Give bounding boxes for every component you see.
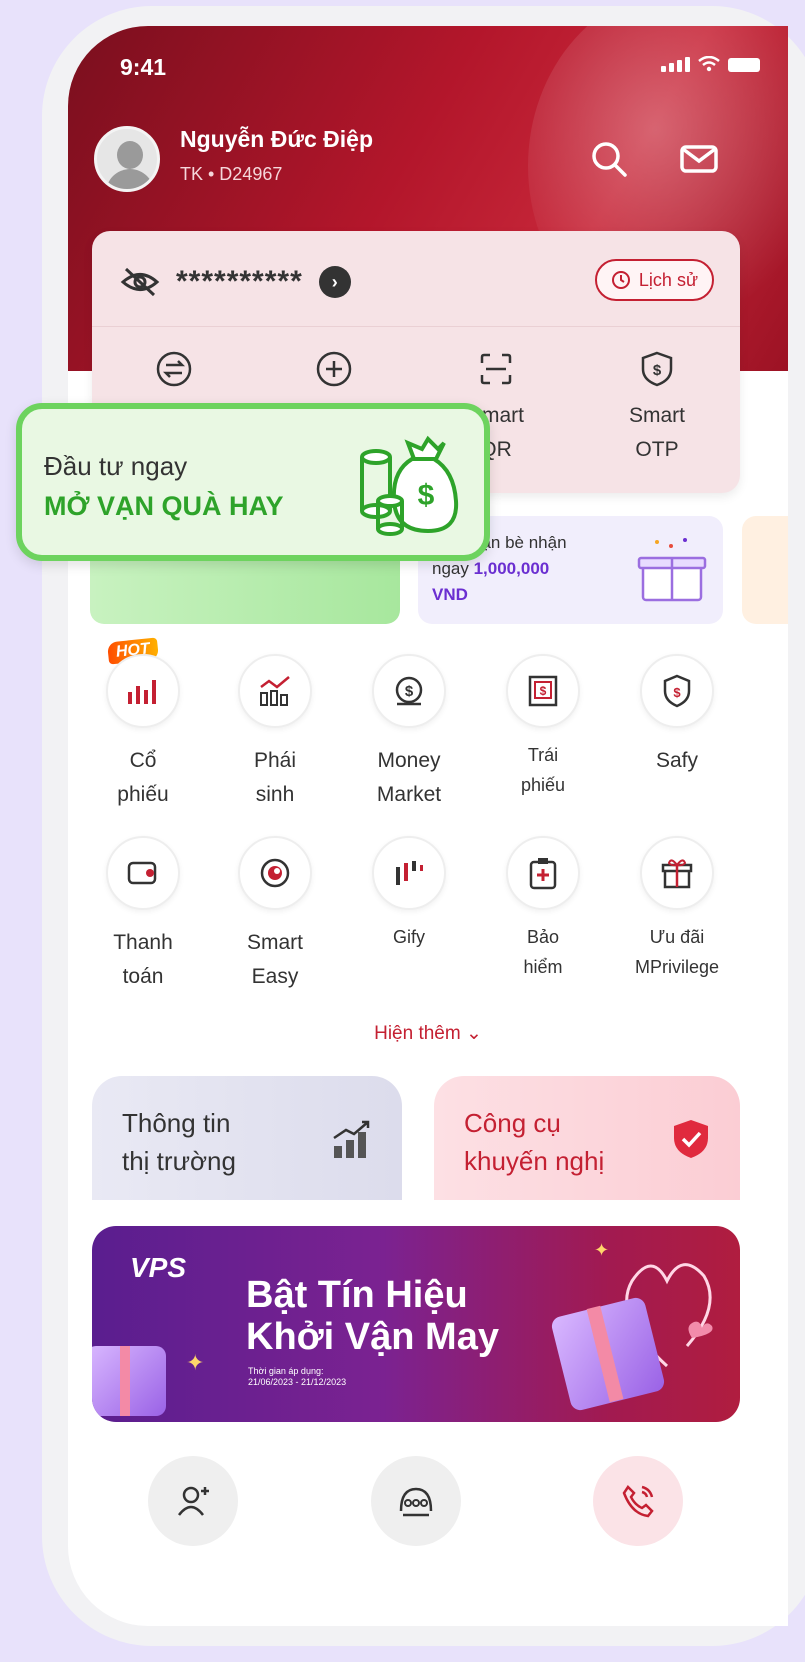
promo-banner[interactable]: VPS Bật Tín Hiệu Khởi Vận May Thời gian … — [92, 1226, 740, 1422]
candlestick-icon — [396, 861, 423, 885]
recommendation-tools-tile[interactable]: Công cụ khuyến nghị — [434, 1076, 740, 1200]
signal-icon — [661, 57, 690, 72]
banner-title-line1: Bật Tín Hiệu — [246, 1274, 468, 1316]
product-safy[interactable]: $ Safy — [622, 654, 732, 778]
quick-action-transfer[interactable] — [114, 349, 234, 399]
quick-action-label: Smart OTP — [628, 404, 685, 461]
product-label: Cổ phiếu — [117, 749, 169, 806]
money-bag-icon: $ — [395, 676, 423, 706]
product-payment[interactable]: Thanh toán — [88, 836, 198, 994]
bond-certificate-icon: $ — [528, 675, 558, 707]
shield-check-icon — [674, 1120, 708, 1158]
shield-dollar-icon: $ — [663, 674, 691, 708]
svg-text:$: $ — [418, 479, 435, 512]
nav-add-user[interactable] — [148, 1456, 238, 1546]
clock-icon — [611, 271, 630, 289]
product-mprivilege[interactable]: Ưu đãi MPrivilege — [622, 836, 732, 982]
referral-prefix: ngay — [432, 559, 474, 578]
product-stocks[interactable]: Cổ phiếu — [88, 654, 198, 812]
battery-icon — [728, 58, 760, 72]
product-gify[interactable]: Gify — [354, 836, 464, 952]
sparkle-icon: ✦ — [186, 1350, 205, 1375]
search-icon[interactable] — [588, 138, 630, 180]
chevron-right-icon[interactable]: › — [318, 266, 351, 298]
wifi-icon — [698, 56, 720, 72]
product-bonds[interactable]: $ Trái phiếu — [488, 654, 598, 800]
product-label: Money Market — [376, 749, 442, 806]
product-insurance[interactable]: Bảo hiểm — [488, 836, 598, 982]
insurance-icon — [529, 858, 557, 890]
money-bag-coins-icon: $ — [360, 435, 459, 536]
svg-text:$: $ — [540, 684, 547, 698]
gift-box-icon — [637, 538, 707, 602]
product-money-market[interactable]: $ Money Market — [354, 654, 464, 812]
transfer-icon — [156, 351, 192, 387]
qr-scan-icon — [480, 353, 512, 385]
show-more-button[interactable]: Hiện thêm ⌄ — [68, 1022, 788, 1045]
eye-off-icon[interactable] — [120, 265, 160, 299]
stock-bars-icon — [128, 680, 156, 704]
vps-logo: VPS — [130, 1252, 187, 1283]
popup-line2: MỞ VẠN QUÀ HAY — [44, 491, 284, 521]
market-info-tile[interactable]: Thông tin thị trường — [92, 1076, 402, 1200]
app-screen: 9:41 Nguyễn Đức Điệp TK • D24967 *******… — [68, 26, 788, 1626]
add-user-icon — [178, 1486, 209, 1516]
product-smart-easy[interactable]: Smart Easy — [220, 836, 330, 994]
wallet-icon — [127, 861, 157, 885]
product-label: Safy — [655, 749, 699, 772]
product-label: Gify — [392, 927, 425, 947]
banner-subtitle-line2: 21/06/2023 - 21/12/2023 — [248, 1377, 347, 1387]
group-icon — [399, 1487, 433, 1517]
svg-text:$: $ — [653, 362, 662, 379]
invest-promo-popup[interactable]: Đầu tư ngay MỞ VẠN QUÀ HAY $ — [16, 403, 490, 561]
growth-chart-icon — [333, 1120, 370, 1158]
chevron-down-icon: ⌄ — [465, 1023, 482, 1044]
product-label: Trái phiếu — [520, 745, 566, 795]
status-icons — [661, 56, 760, 72]
history-label: Lịch sử — [638, 269, 698, 290]
smart-easy-icon — [260, 858, 290, 888]
balance-masked: ********** — [176, 265, 303, 298]
product-label: Ưu đãi MPrivilege — [634, 927, 720, 977]
banner-subtitle: Thời gian áp dụng: 21/06/2023 - 21/12/20… — [248, 1366, 346, 1388]
nav-call-support[interactable] — [593, 1456, 683, 1546]
product-label: Smart Easy — [246, 931, 303, 988]
banner-title: Bật Tín Hiệu Khởi Vận May — [246, 1274, 499, 1358]
show-more-label: Hiện thêm — [374, 1023, 461, 1044]
banner-title-line2: Khởi Vận May — [246, 1316, 499, 1358]
banner-subtitle-line1: Thời gian áp dụng: — [248, 1366, 324, 1376]
nav-community[interactable] — [371, 1456, 461, 1546]
history-button[interactable]: Lịch sử — [594, 259, 714, 301]
mail-icon[interactable] — [678, 138, 720, 180]
popup-line1: Đầu tư ngay — [44, 451, 188, 481]
phone-call-icon — [622, 1485, 654, 1518]
product-label: Thanh toán — [113, 931, 173, 988]
status-time: 9:41 — [120, 54, 167, 80]
derivative-chart-icon — [260, 676, 290, 706]
quick-action-add[interactable] — [274, 349, 394, 399]
shield-dollar-icon: $ — [641, 351, 673, 387]
svg-text:$: $ — [673, 685, 681, 700]
referral-amount: 1,000,000 — [473, 559, 550, 578]
quick-action-smart-otp[interactable]: $ Smart OTP — [597, 349, 717, 467]
avatar[interactable] — [94, 126, 160, 192]
product-derivatives[interactable]: Phái sinh — [220, 654, 330, 812]
referral-currency: VND — [432, 585, 468, 604]
svg-text:$: $ — [405, 683, 414, 700]
add-circle-icon — [316, 351, 352, 387]
promo-orange-banner[interactable] — [742, 516, 788, 624]
product-label: Phái sinh — [253, 749, 297, 806]
gift-icon — [661, 859, 693, 889]
user-name: Nguyễn Đức Điệp — [180, 126, 374, 152]
product-label: Bảo hiểm — [523, 927, 563, 977]
sparkle-icon: ✦ — [594, 1240, 610, 1260]
account-number: TK • D24967 — [180, 164, 283, 184]
